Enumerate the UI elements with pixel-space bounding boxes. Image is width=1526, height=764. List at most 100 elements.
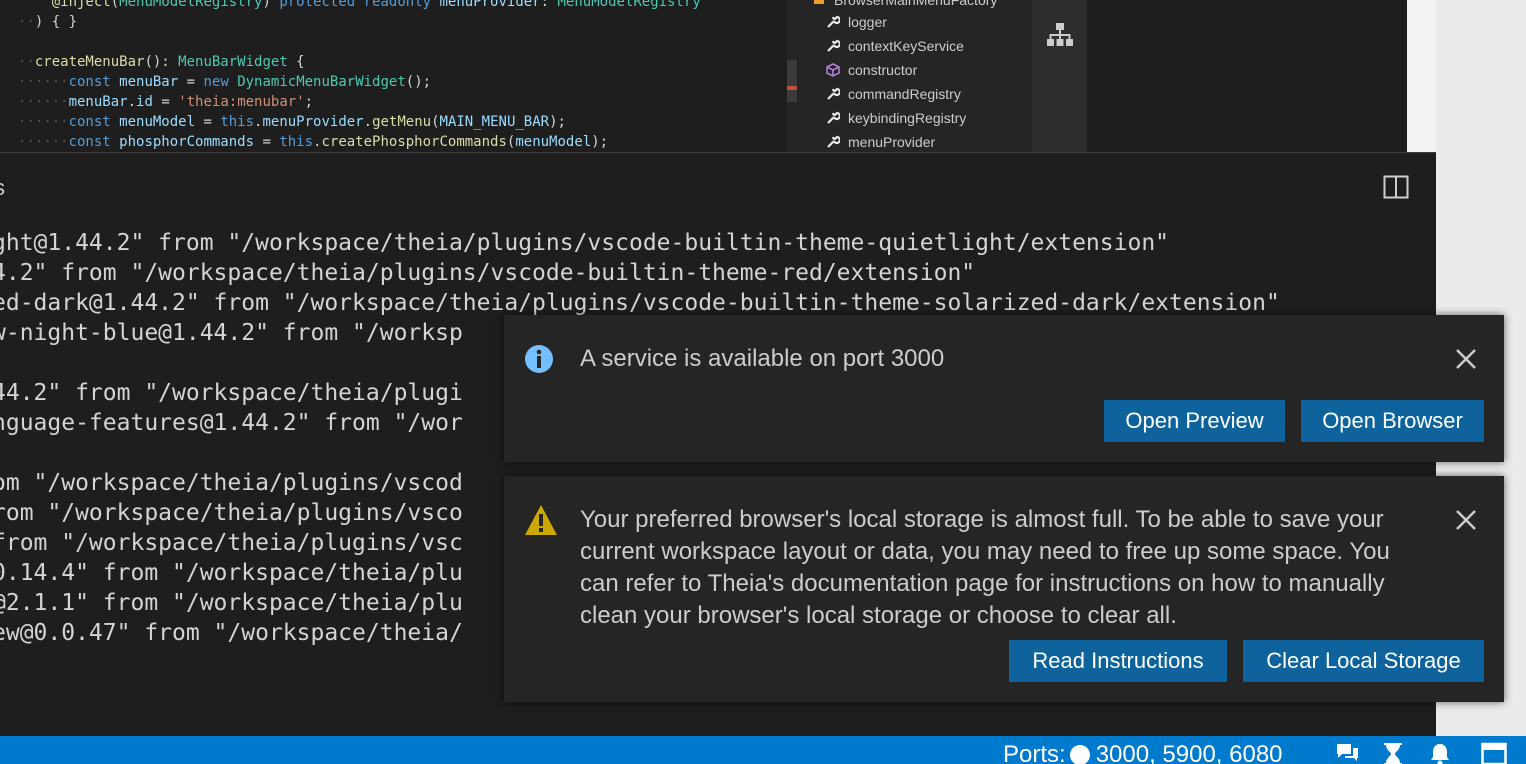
output-line: nguage-features@1.44.2" from "/wor xyxy=(0,410,463,436)
outline-item-label: logger xyxy=(848,14,887,30)
code-token: ·· xyxy=(18,14,35,30)
code-editor[interactable]: @inject(MenuModelRegistry) protected rea… xyxy=(0,0,800,152)
code-token: ( xyxy=(110,0,120,10)
close-icon[interactable] xyxy=(1454,508,1478,532)
code-token: : xyxy=(540,0,558,10)
code-token: ······ xyxy=(18,94,69,110)
read-instructions-button[interactable]: Read Instructions xyxy=(1009,640,1227,682)
scrollbar-thumb[interactable] xyxy=(787,60,797,102)
code-token: MenuBarWidget xyxy=(178,54,288,70)
scrollbar-error-marker xyxy=(787,86,797,90)
split-panel-icon[interactable] xyxy=(1383,175,1409,199)
close-icon[interactable] xyxy=(1454,347,1478,371)
preview-strip xyxy=(1407,0,1436,152)
open-preview-button[interactable]: Open Preview xyxy=(1104,400,1285,442)
code-token: ······ xyxy=(18,134,69,150)
code-line: ··createMenuBar(): MenuBarWidget { xyxy=(18,52,305,72)
notification-message: Your preferred browser's local storage i… xyxy=(580,506,1390,629)
comments-icon[interactable] xyxy=(1334,742,1360,764)
code-token: menuModel xyxy=(119,114,196,130)
code-token: ); xyxy=(549,114,566,130)
outline-item-menuprovider[interactable]: menuProvider xyxy=(826,130,935,152)
output-line: om "/workspace/theia/plugins/vscod xyxy=(0,470,463,496)
code-token: new xyxy=(203,74,238,90)
outline-item-commandregistry[interactable]: commandRegistry xyxy=(826,82,961,106)
code-line: ······const menuModel = this.menuProvide… xyxy=(18,112,566,132)
outline-item-label: menuProvider xyxy=(848,134,936,150)
code-token: 'theia:menubar' xyxy=(178,94,305,110)
output-line: ew@0.0.47" from "/workspace/theia/ xyxy=(0,620,463,646)
output-line: ght@1.44.2" from "/workspace/theia/plugi… xyxy=(0,230,1170,256)
code-token: this xyxy=(220,114,255,130)
wrench-icon xyxy=(826,15,840,29)
open-browser-button[interactable]: Open Browser xyxy=(1301,400,1484,442)
code-token: ·· xyxy=(18,54,35,70)
notification-local-storage: Your preferred browser's local storage i… xyxy=(504,476,1504,702)
wrench-icon xyxy=(826,39,840,53)
clear-local-storage-button[interactable]: Clear Local Storage xyxy=(1243,640,1484,682)
outline-item-logger[interactable]: logger xyxy=(826,10,887,34)
code-token: (); xyxy=(405,74,432,90)
wrench-icon xyxy=(826,111,840,125)
code-line: @inject(MenuModelRegistry) protected rea… xyxy=(18,0,701,12)
output-line: from "/workspace/theia/plugins/vsc xyxy=(0,530,463,556)
status-bar: Ports: 3000, 5900, 6080 xyxy=(0,736,1526,764)
code-token: = xyxy=(195,114,221,130)
output-line: 44.2" from "/workspace/theia/plugi xyxy=(0,380,463,406)
code-token: id xyxy=(136,94,153,110)
code-token: ······ xyxy=(18,74,69,90)
outline-item-constructor[interactable]: constructor xyxy=(826,58,917,82)
code-token: ); xyxy=(591,134,609,150)
ports-dot-icon xyxy=(1069,745,1090,764)
code-line: ······const menuBar = new DynamicMenuBar… xyxy=(18,72,431,92)
code-token: MenuModelRegistry xyxy=(119,0,263,10)
code-token: getMenu xyxy=(372,114,432,130)
hourglass-icon[interactable] xyxy=(1382,742,1404,764)
cube-icon xyxy=(826,63,840,77)
code-token: . xyxy=(127,94,137,110)
code-token: createPhosphorCommands xyxy=(321,134,507,150)
code-line: ··) { } xyxy=(18,12,77,32)
output-line: @2.1.1" from "/workspace/theia/plu xyxy=(0,590,463,616)
outline-item-contextkeyservice[interactable]: contextKeyService xyxy=(826,34,964,58)
code-token: . xyxy=(363,114,373,130)
ports-status[interactable]: Ports: 3000, 5900, 6080 xyxy=(1003,740,1283,764)
ports-label: Ports: xyxy=(1003,741,1066,764)
panel-title: s xyxy=(0,175,5,201)
code-token: menuBar xyxy=(119,74,179,90)
output-line: rom "/workspace/theia/plugins/vsco xyxy=(0,500,463,526)
notification-message: A service is available on port 3000 xyxy=(580,345,945,372)
info-icon xyxy=(524,344,554,374)
code-token: ( xyxy=(431,114,440,130)
output-line: w-night-blue@1.44.2" from "/worksp xyxy=(0,320,463,346)
code-token: MAIN_MENU_BAR xyxy=(439,114,550,130)
bell-icon[interactable] xyxy=(1428,742,1452,764)
wrench-icon xyxy=(826,135,840,149)
activity-side-bar xyxy=(1032,0,1087,152)
hierarchy-icon[interactable] xyxy=(1046,22,1074,52)
outline-item-label: contextKeyService xyxy=(848,38,964,54)
code-token: protected readonly xyxy=(279,0,440,10)
output-line: 0.14.4" from "/workspace/theia/plu xyxy=(0,560,463,586)
class-icon xyxy=(812,0,826,7)
editor-scrollbar[interactable] xyxy=(787,0,797,152)
ports-value: 3000, 5900, 6080 xyxy=(1095,741,1283,764)
code-token: ) { } xyxy=(34,14,78,30)
outline-item-keybindingregistry[interactable]: keybindingRegistry xyxy=(826,106,966,130)
code-token: const xyxy=(68,134,120,150)
editor-background xyxy=(1087,0,1407,152)
notification-service-available: A service is available on port 3000 Open… xyxy=(504,315,1504,462)
outline-item-label: constructor xyxy=(848,62,918,78)
panel-toggle-icon[interactable] xyxy=(1481,742,1507,764)
code-token: @inject xyxy=(51,0,111,10)
outline-item-label: commandRegistry xyxy=(848,86,961,102)
code-token: const xyxy=(68,114,120,130)
code-token: MenuModelRegistry xyxy=(557,0,701,10)
code-token: { xyxy=(287,54,305,70)
code-token: menuModel xyxy=(515,134,592,150)
code-token: menuProvider xyxy=(262,114,364,130)
code-token: createMenuBar xyxy=(34,54,145,70)
code-token: = xyxy=(254,134,280,150)
code-token: phosphorCommands xyxy=(119,134,255,150)
